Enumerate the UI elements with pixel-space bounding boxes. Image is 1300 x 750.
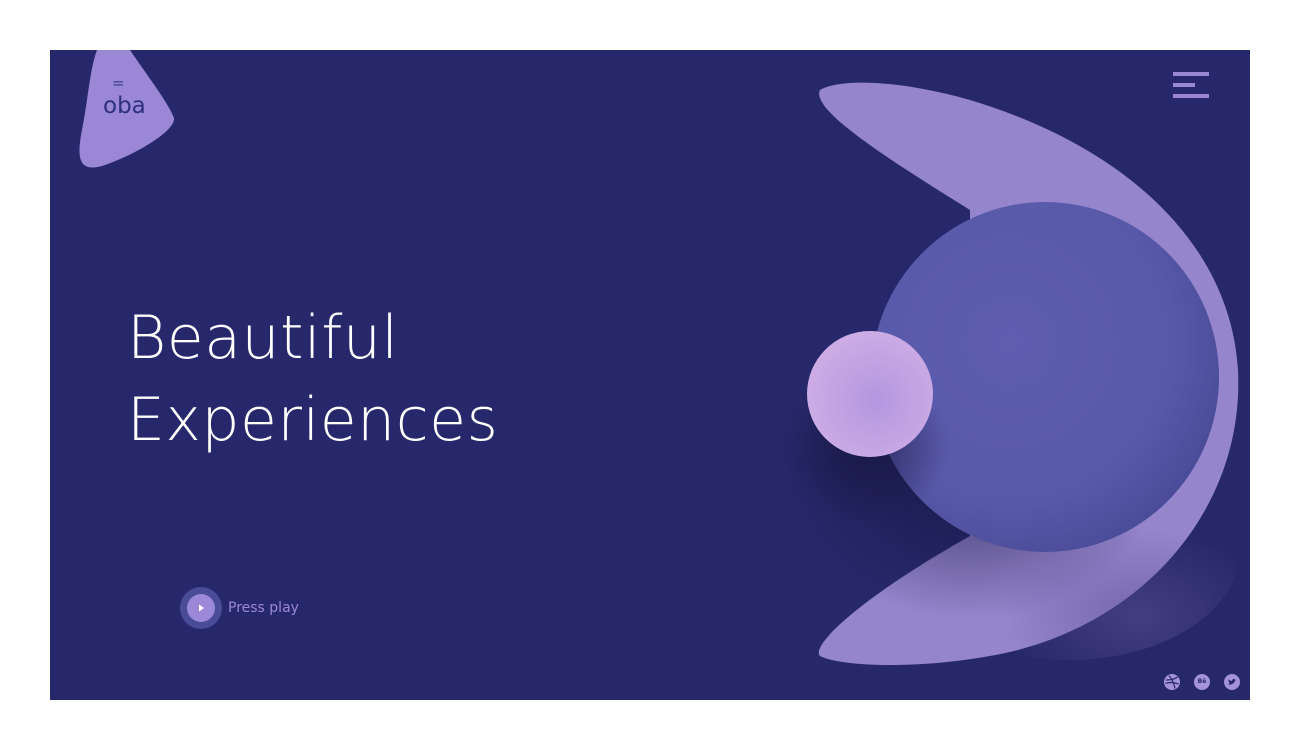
play-icon [199, 604, 204, 612]
hero-illustration [780, 82, 1240, 666]
dribbble-link[interactable] [1164, 674, 1180, 690]
hero-section: = oba Beautiful Experiences Press play B… [50, 50, 1250, 700]
play-button-ring[interactable] [180, 587, 222, 629]
press-play-button[interactable]: Press play [180, 586, 299, 630]
logo-mark: = [112, 74, 125, 92]
dribbble-icon [1164, 674, 1180, 690]
hero-title-line-1: Beautiful [127, 303, 399, 373]
twitter-link[interactable] [1224, 674, 1240, 690]
logo-text: oba [103, 93, 146, 119]
logo[interactable]: = oba [50, 50, 190, 180]
hero-title: Beautiful Experiences [127, 297, 498, 461]
twitter-icon [1224, 674, 1240, 690]
play-icon-circle [187, 594, 215, 622]
behance-icon: Bē [1197, 678, 1207, 685]
hero-title-line-2: Experiences [127, 385, 499, 455]
hamburger-menu-icon [1169, 70, 1213, 100]
behance-link[interactable]: Bē [1194, 674, 1210, 690]
press-play-label[interactable]: Press play [228, 600, 299, 616]
menu-button[interactable] [1169, 70, 1213, 100]
small-circle [807, 331, 933, 457]
